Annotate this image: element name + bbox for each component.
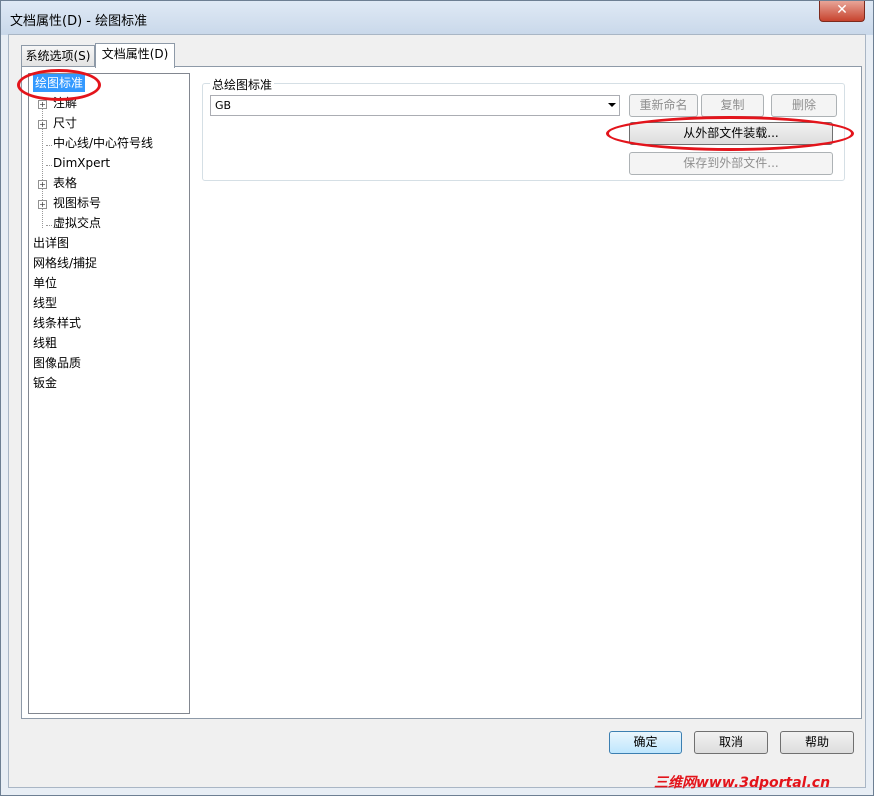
close-icon: ✕ [836, 2, 848, 18]
tree-item-grid-snap[interactable]: 网格线/捕捉 [33, 254, 97, 272]
title-bar: 文档属性(D) - 绘图标准 ✕ [1, 1, 873, 35]
ok-button[interactable]: 确定 [609, 731, 682, 754]
options-tree[interactable]: 绘图标准 + 注解 + 尺寸 中心线/中心符号线 DimXpert + 表格 +… [28, 73, 190, 714]
tab-document-properties-label: 文档属性(D) [101, 47, 169, 61]
expand-tables-icon[interactable]: + [38, 180, 47, 189]
cancel-button[interactable]: 取消 [694, 731, 768, 754]
tree-item-line-style[interactable]: 线条样式 [33, 314, 81, 332]
drafting-standard-select[interactable]: GB [210, 95, 620, 116]
tree-item-detailing[interactable]: 出详图 [33, 234, 69, 252]
tree-item-dimensions[interactable]: 尺寸 [53, 114, 77, 132]
tree-item-view-labels[interactable]: 视图标号 [53, 194, 101, 212]
help-button[interactable]: 帮助 [780, 731, 854, 754]
tree-item-image-quality[interactable]: 图像品质 [33, 354, 81, 372]
delete-button[interactable]: 删除 [771, 94, 837, 117]
expand-view-labels-icon[interactable]: + [38, 200, 47, 209]
tree-item-sheet-metal[interactable]: 钣金 [33, 374, 57, 392]
tree-item-line-font[interactable]: 线型 [33, 294, 57, 312]
drafting-standard-group-label: 总绘图标准 [210, 76, 275, 93]
tree-item-tables[interactable]: 表格 [53, 174, 77, 192]
expand-annotations-icon[interactable]: + [38, 100, 47, 109]
tree-guide-line [46, 225, 52, 226]
expand-dimensions-icon[interactable]: + [38, 120, 47, 129]
tab-document-properties[interactable]: 文档属性(D) [95, 43, 175, 68]
drafting-standard-value: GB [215, 99, 232, 112]
tree-item-units[interactable]: 单位 [33, 274, 57, 292]
save-to-external-file-button[interactable]: 保存到外部文件... [629, 152, 833, 175]
window-title: 文档属性(D) - 绘图标准 [10, 14, 148, 29]
tab-system-options-label: 系统选项(S) [25, 49, 91, 63]
dropdown-arrow-icon [608, 103, 616, 107]
watermark: 三维网www.3dportal.cn [654, 775, 831, 791]
close-button[interactable]: ✕ [819, 1, 865, 22]
annotation-oval-load-button [606, 116, 854, 151]
tree-item-virtual-sharps[interactable]: 虚拟交点 [53, 214, 101, 232]
tree-item-line-thickness[interactable]: 线粗 [33, 334, 57, 352]
tab-system-options[interactable]: 系统选项(S) [21, 45, 95, 66]
tree-item-centerlines[interactable]: 中心线/中心符号线 [53, 134, 153, 152]
copy-button[interactable]: 复制 [701, 94, 764, 117]
annotation-oval-drafting-standard [17, 69, 101, 101]
rename-button[interactable]: 重新命名 [629, 94, 698, 117]
document-properties-panel: 绘图标准 + 注解 + 尺寸 中心线/中心符号线 DimXpert + 表格 +… [21, 66, 862, 719]
tree-item-dimxpert[interactable]: DimXpert [53, 154, 110, 172]
tree-guide-line [46, 145, 52, 146]
tree-guide-line [46, 165, 52, 166]
